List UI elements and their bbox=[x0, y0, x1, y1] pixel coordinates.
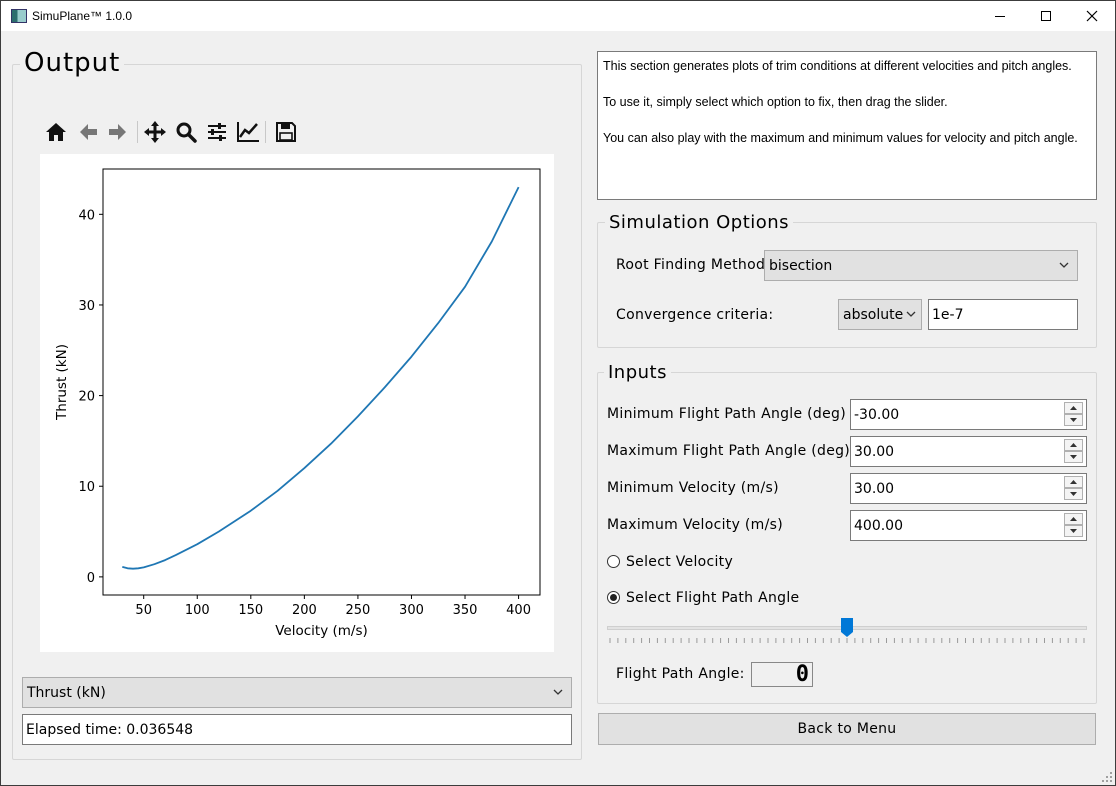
inputs-title: Inputs bbox=[604, 362, 671, 383]
root-finding-select[interactable]: bisection bbox=[764, 250, 1078, 281]
info-text-box[interactable]: This section generates plots of trim con… bbox=[597, 51, 1097, 200]
configure-subplots-icon[interactable] bbox=[204, 119, 230, 145]
spin-down-icon[interactable] bbox=[1064, 451, 1083, 463]
max-fpa-spinbox[interactable]: 30.00 bbox=[850, 436, 1087, 467]
app-icon bbox=[11, 9, 27, 23]
y-tick-label: 10 bbox=[78, 480, 95, 495]
close-icon bbox=[1086, 10, 1098, 22]
convergence-type-value: absolute bbox=[843, 306, 904, 323]
min-velocity-spinbox[interactable]: 30.00 bbox=[850, 473, 1087, 504]
chevron-down-icon bbox=[906, 311, 916, 317]
y-axis-label: Thrust (kN) bbox=[54, 344, 70, 421]
max-fpa-spin-buttons[interactable] bbox=[1064, 439, 1083, 463]
min-velocity-label: Minimum Velocity (m/s) bbox=[607, 480, 779, 496]
x-tick-label: 300 bbox=[399, 603, 424, 618]
y-tick-label: 20 bbox=[78, 390, 95, 405]
x-tick-label: 200 bbox=[292, 603, 317, 618]
min-fpa-spin-buttons[interactable] bbox=[1064, 402, 1083, 426]
root-finding-label: Root Finding Method: bbox=[616, 257, 771, 273]
spin-up-icon[interactable] bbox=[1064, 476, 1083, 488]
app-window: SimuPlane™ 1.0.0 Output 50 100 150 200 2… bbox=[0, 0, 1116, 786]
select-velocity-label[interactable]: Select Velocity bbox=[626, 554, 733, 570]
convergence-value-input[interactable]: 1e-7 bbox=[928, 299, 1078, 330]
min-fpa-value: -30.00 bbox=[854, 406, 900, 423]
max-fpa-label: Maximum Flight Path Angle (deg) bbox=[607, 443, 851, 459]
max-velocity-spin-buttons[interactable] bbox=[1064, 513, 1083, 537]
x-tick-label: 250 bbox=[346, 603, 371, 618]
toolbar-separator bbox=[265, 121, 266, 143]
x-tick-label: 100 bbox=[185, 603, 210, 618]
output-title: Output bbox=[20, 48, 125, 78]
chevron-down-icon bbox=[553, 689, 563, 695]
min-velocity-spin-buttons[interactable] bbox=[1064, 476, 1083, 500]
y-tick-label: 30 bbox=[78, 299, 95, 314]
close-button[interactable] bbox=[1069, 1, 1115, 31]
minimize-icon bbox=[995, 16, 1005, 17]
plot-variable-select[interactable]: Thrust (kN) bbox=[22, 677, 572, 708]
x-axis-label: Velocity (m/s) bbox=[275, 623, 368, 639]
plot-axes-frame bbox=[102, 168, 541, 596]
spin-down-icon[interactable] bbox=[1064, 525, 1083, 537]
y-tick-label: 0 bbox=[87, 571, 95, 586]
convergence-type-select[interactable]: absolute bbox=[838, 299, 922, 330]
max-fpa-value: 30.00 bbox=[854, 443, 895, 460]
resize-grip-icon[interactable] bbox=[1101, 771, 1113, 783]
back-icon[interactable] bbox=[75, 119, 101, 145]
fpa-lcd-display: 0 bbox=[751, 662, 813, 687]
select-fpa-radio[interactable] bbox=[607, 591, 620, 604]
spin-up-icon[interactable] bbox=[1064, 439, 1083, 451]
plot-canvas[interactable]: 50 100 150 200 250 300 350 400 0 10 20 30 40 Velocity… bbox=[40, 154, 554, 652]
elapsed-time-field: Elapsed time: 0.036548 bbox=[22, 714, 572, 745]
select-fpa-label[interactable]: Select Flight Path Angle bbox=[626, 590, 799, 606]
chevron-down-icon bbox=[1059, 262, 1069, 268]
x-tick-label: 150 bbox=[238, 603, 263, 618]
convergence-label: Convergence criteria: bbox=[616, 307, 774, 323]
select-velocity-radio[interactable] bbox=[607, 555, 620, 568]
root-finding-value: bisection bbox=[769, 257, 833, 274]
toolbar-separator bbox=[137, 121, 138, 143]
min-velocity-value: 30.00 bbox=[854, 480, 895, 497]
edit-axis-icon[interactable] bbox=[235, 119, 261, 145]
title-bar: SimuPlane™ 1.0.0 bbox=[1, 1, 1115, 31]
fpa-display-label: Flight Path Angle: bbox=[616, 666, 745, 682]
back-to-menu-button[interactable]: Back to Menu bbox=[598, 713, 1096, 745]
max-velocity-spinbox[interactable]: 400.00 bbox=[850, 510, 1087, 541]
fpa-slider-handle[interactable] bbox=[841, 618, 853, 638]
save-icon[interactable] bbox=[273, 119, 299, 145]
convergence-value-text: 1e-7 bbox=[932, 306, 964, 323]
forward-icon[interactable] bbox=[105, 119, 131, 145]
minimize-button[interactable] bbox=[977, 1, 1023, 31]
pan-icon[interactable] bbox=[142, 119, 168, 145]
y-tick-label: 40 bbox=[78, 208, 95, 223]
home-icon[interactable] bbox=[43, 119, 69, 145]
x-tick-label: 350 bbox=[453, 603, 478, 618]
maximize-icon bbox=[1041, 11, 1051, 21]
thrust-chart: 50 100 150 200 250 300 350 400 0 10 20 30 40 Velocity… bbox=[54, 168, 541, 639]
simulation-options-title: Simulation Options bbox=[605, 212, 794, 233]
info-line-2: To use it, simply select which option to… bbox=[603, 95, 948, 109]
maximize-button[interactable] bbox=[1023, 1, 1069, 31]
info-line-1: This section generates plots of trim con… bbox=[603, 59, 1072, 73]
spin-down-icon[interactable] bbox=[1064, 414, 1083, 426]
elapsed-time-text: Elapsed time: 0.036548 bbox=[26, 721, 194, 738]
spin-up-icon[interactable] bbox=[1064, 402, 1083, 414]
spin-down-icon[interactable] bbox=[1064, 488, 1083, 500]
spin-up-icon[interactable] bbox=[1064, 513, 1083, 525]
fpa-lcd-value: 0 bbox=[795, 662, 809, 687]
zoom-icon[interactable] bbox=[173, 119, 199, 145]
max-velocity-label: Maximum Velocity (m/s) bbox=[607, 517, 783, 533]
max-velocity-value: 400.00 bbox=[854, 517, 903, 534]
fpa-slider-ticks bbox=[609, 638, 1085, 643]
x-tick-label: 400 bbox=[506, 603, 531, 618]
thrust-line-series bbox=[122, 186, 520, 570]
window-title: SimuPlane™ 1.0.0 bbox=[32, 9, 133, 23]
info-line-3: You can also play with the maximum and m… bbox=[603, 131, 1078, 145]
x-tick-label: 50 bbox=[135, 603, 152, 618]
plot-variable-value: Thrust (kN) bbox=[27, 684, 106, 701]
min-fpa-spinbox[interactable]: -30.00 bbox=[850, 399, 1087, 430]
min-fpa-label: Minimum Flight Path Angle (deg) bbox=[607, 406, 846, 422]
